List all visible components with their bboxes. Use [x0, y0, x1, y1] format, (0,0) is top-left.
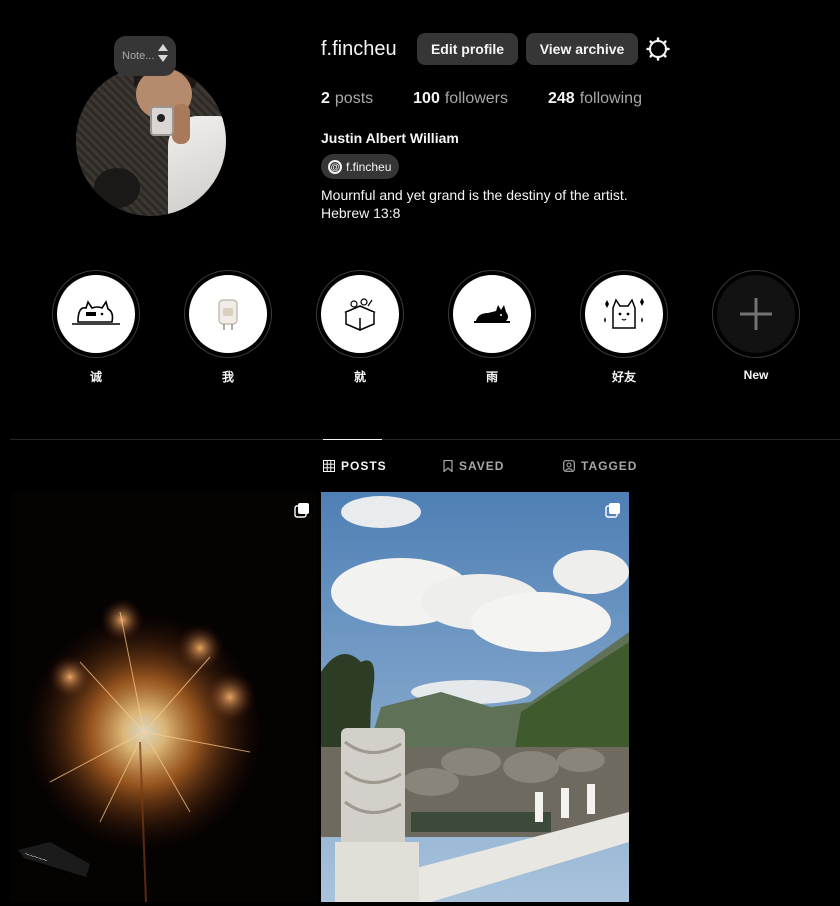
grid-icon	[323, 460, 335, 472]
post-thumbnail[interactable]	[321, 492, 629, 902]
followers-label: followers	[444, 90, 508, 107]
highlight-label: 我	[221, 370, 234, 384]
divider	[10, 439, 840, 440]
full-name: Justin Albert William	[321, 130, 459, 146]
bio: Mournful and yet grand is the destiny of…	[321, 186, 628, 222]
posts-stat: 2 posts	[321, 90, 373, 108]
landscape-image	[321, 492, 629, 902]
note-bubble[interactable]: Note...	[114, 36, 176, 76]
highlight-item[interactable]: 好友	[580, 270, 668, 385]
avatar[interactable]	[76, 66, 226, 216]
threads-handle: f.fincheu	[346, 159, 392, 174]
bio-line: Mournful and yet grand is the destiny of…	[321, 187, 628, 203]
tab-posts[interactable]: POSTS	[323, 459, 387, 473]
following-label: following	[579, 90, 642, 107]
following-stat[interactable]: 248 following	[548, 90, 642, 108]
box-flowers-icon	[344, 298, 376, 331]
highlight-item[interactable]: 就	[316, 270, 404, 385]
post-thumbnail[interactable]: ~~~~~	[10, 492, 318, 902]
tab-label: TAGGED	[581, 459, 638, 473]
tag-user-icon	[563, 460, 575, 472]
followers-stat[interactable]: 100 followers	[413, 90, 508, 108]
profile-avatar[interactable]	[76, 66, 226, 216]
carousel-icon	[605, 503, 620, 518]
tab-saved[interactable]: SAVED	[443, 459, 504, 473]
tab-label: SAVED	[459, 459, 505, 473]
tab-label: POSTS	[341, 459, 387, 473]
edit-profile-button[interactable]: Edit profile	[417, 33, 518, 65]
highlight-item[interactable]: 雨	[448, 270, 536, 385]
highlight-item[interactable]: 诚	[52, 270, 140, 385]
highlight-label: 雨	[485, 370, 498, 384]
username: f.fincheu	[321, 38, 397, 60]
highlight-item[interactable]: 我	[184, 270, 272, 385]
highlight-label: New	[743, 368, 769, 382]
bookmark-icon	[443, 460, 453, 472]
threads-link[interactable]: @ f.fincheu	[321, 154, 400, 179]
posts-count: 2	[321, 90, 330, 107]
cat-lying-icon	[72, 300, 120, 325]
profile-stats: 2 posts 100 followers 248 following	[321, 90, 682, 108]
view-archive-button[interactable]: View archive	[526, 33, 638, 65]
highlight-label: 好友	[611, 370, 636, 384]
bio-line: Hebrew 13:8	[321, 205, 401, 221]
highlight-label: 就	[353, 370, 366, 384]
posts-label: posts	[334, 90, 374, 107]
plus-icon	[740, 298, 772, 330]
threads-icon: @	[328, 159, 342, 174]
settings-gear-icon[interactable]	[646, 37, 670, 61]
black-cat-icon	[474, 305, 510, 323]
note-arrows-icon	[158, 44, 168, 62]
active-tab-indicator	[323, 439, 382, 440]
carousel-icon	[294, 503, 309, 518]
following-count: 248	[548, 90, 575, 107]
new-highlight-button[interactable]: New	[712, 270, 800, 382]
cat-sparkles-icon	[604, 298, 644, 329]
toast-icon	[218, 299, 238, 330]
highlight-label: 诚	[89, 370, 102, 384]
followers-count: 100	[413, 90, 440, 107]
tab-tagged[interactable]: TAGGED	[563, 459, 637, 473]
note-text: Note...	[122, 50, 155, 62]
fireworks-image: ~~~~~	[10, 492, 318, 902]
